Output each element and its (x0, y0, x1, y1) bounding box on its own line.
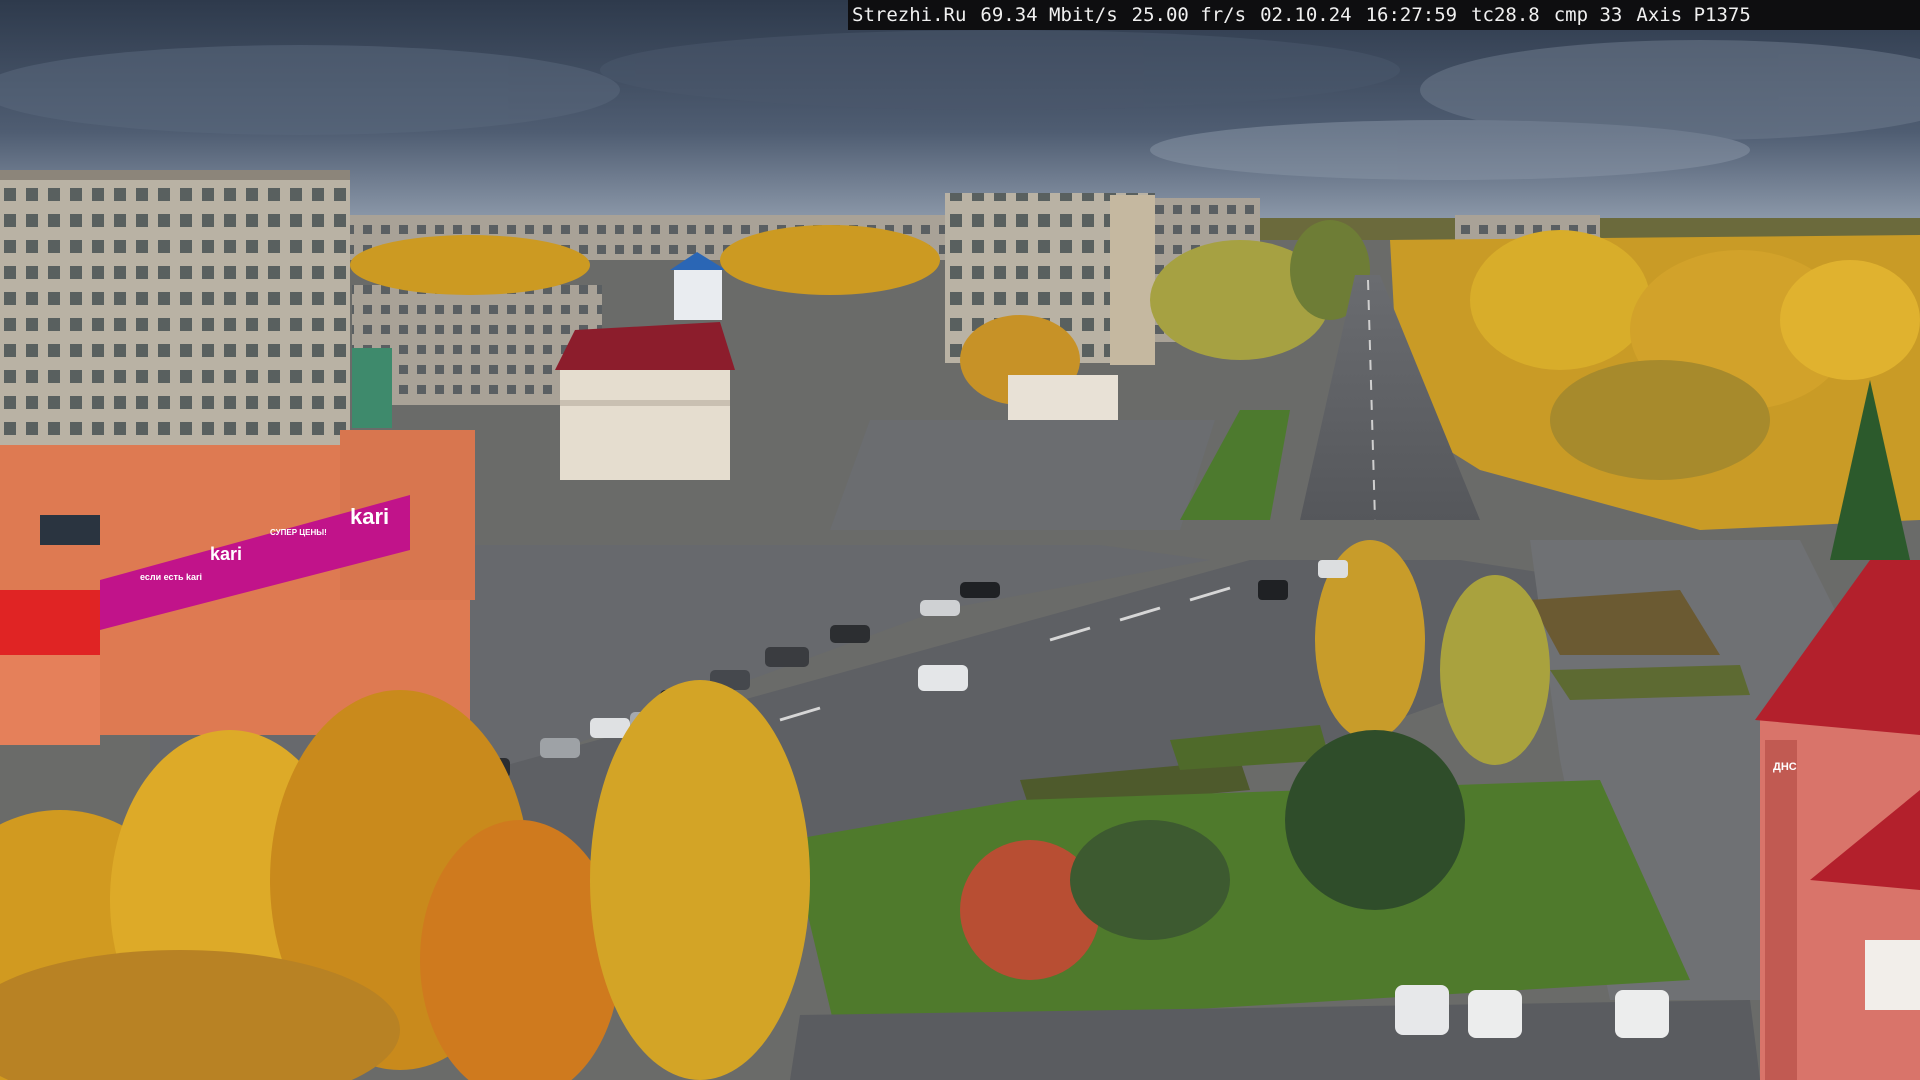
osd-bitrate: 69.34 Mbit/s (980, 4, 1118, 26)
red-roof-building (555, 322, 735, 480)
osd-site: Strezhi.Ru (852, 4, 967, 26)
osd-time: 16:27:59 (1365, 4, 1458, 26)
building-sign: ДНС (1773, 761, 1797, 773)
osd-framerate: 25.00 fr/s (1131, 4, 1247, 26)
store-slogan-sub: если есть kari (140, 572, 202, 582)
webcam-scene: kari kari СУПЕР ЦЕНЫ! если есть kari ДНС (0, 0, 1920, 1080)
store-facade-kari: kari (210, 544, 242, 564)
store-slogan: СУПЕР ЦЕНЫ! (270, 528, 327, 537)
camera-frame: kari kari СУПЕР ЦЕНЫ! если есть kari ДНС… (0, 0, 1920, 1080)
small-building (1008, 375, 1118, 420)
store-logo-kari: kari (350, 504, 389, 529)
osd-date: 02.10.24 (1260, 4, 1352, 26)
osd-tc: tc28.8 (1471, 4, 1540, 26)
camera-osd-overlay: Strezhi.Ru 69.34 Mbit/s 25.00 fr/s 02.10.24… (848, 0, 1920, 30)
osd-camera-model: Axis P1375 (1636, 4, 1751, 26)
central-square (830, 420, 1215, 530)
green-house (352, 348, 392, 428)
osd-cmp: cmp 33 (1553, 4, 1623, 26)
